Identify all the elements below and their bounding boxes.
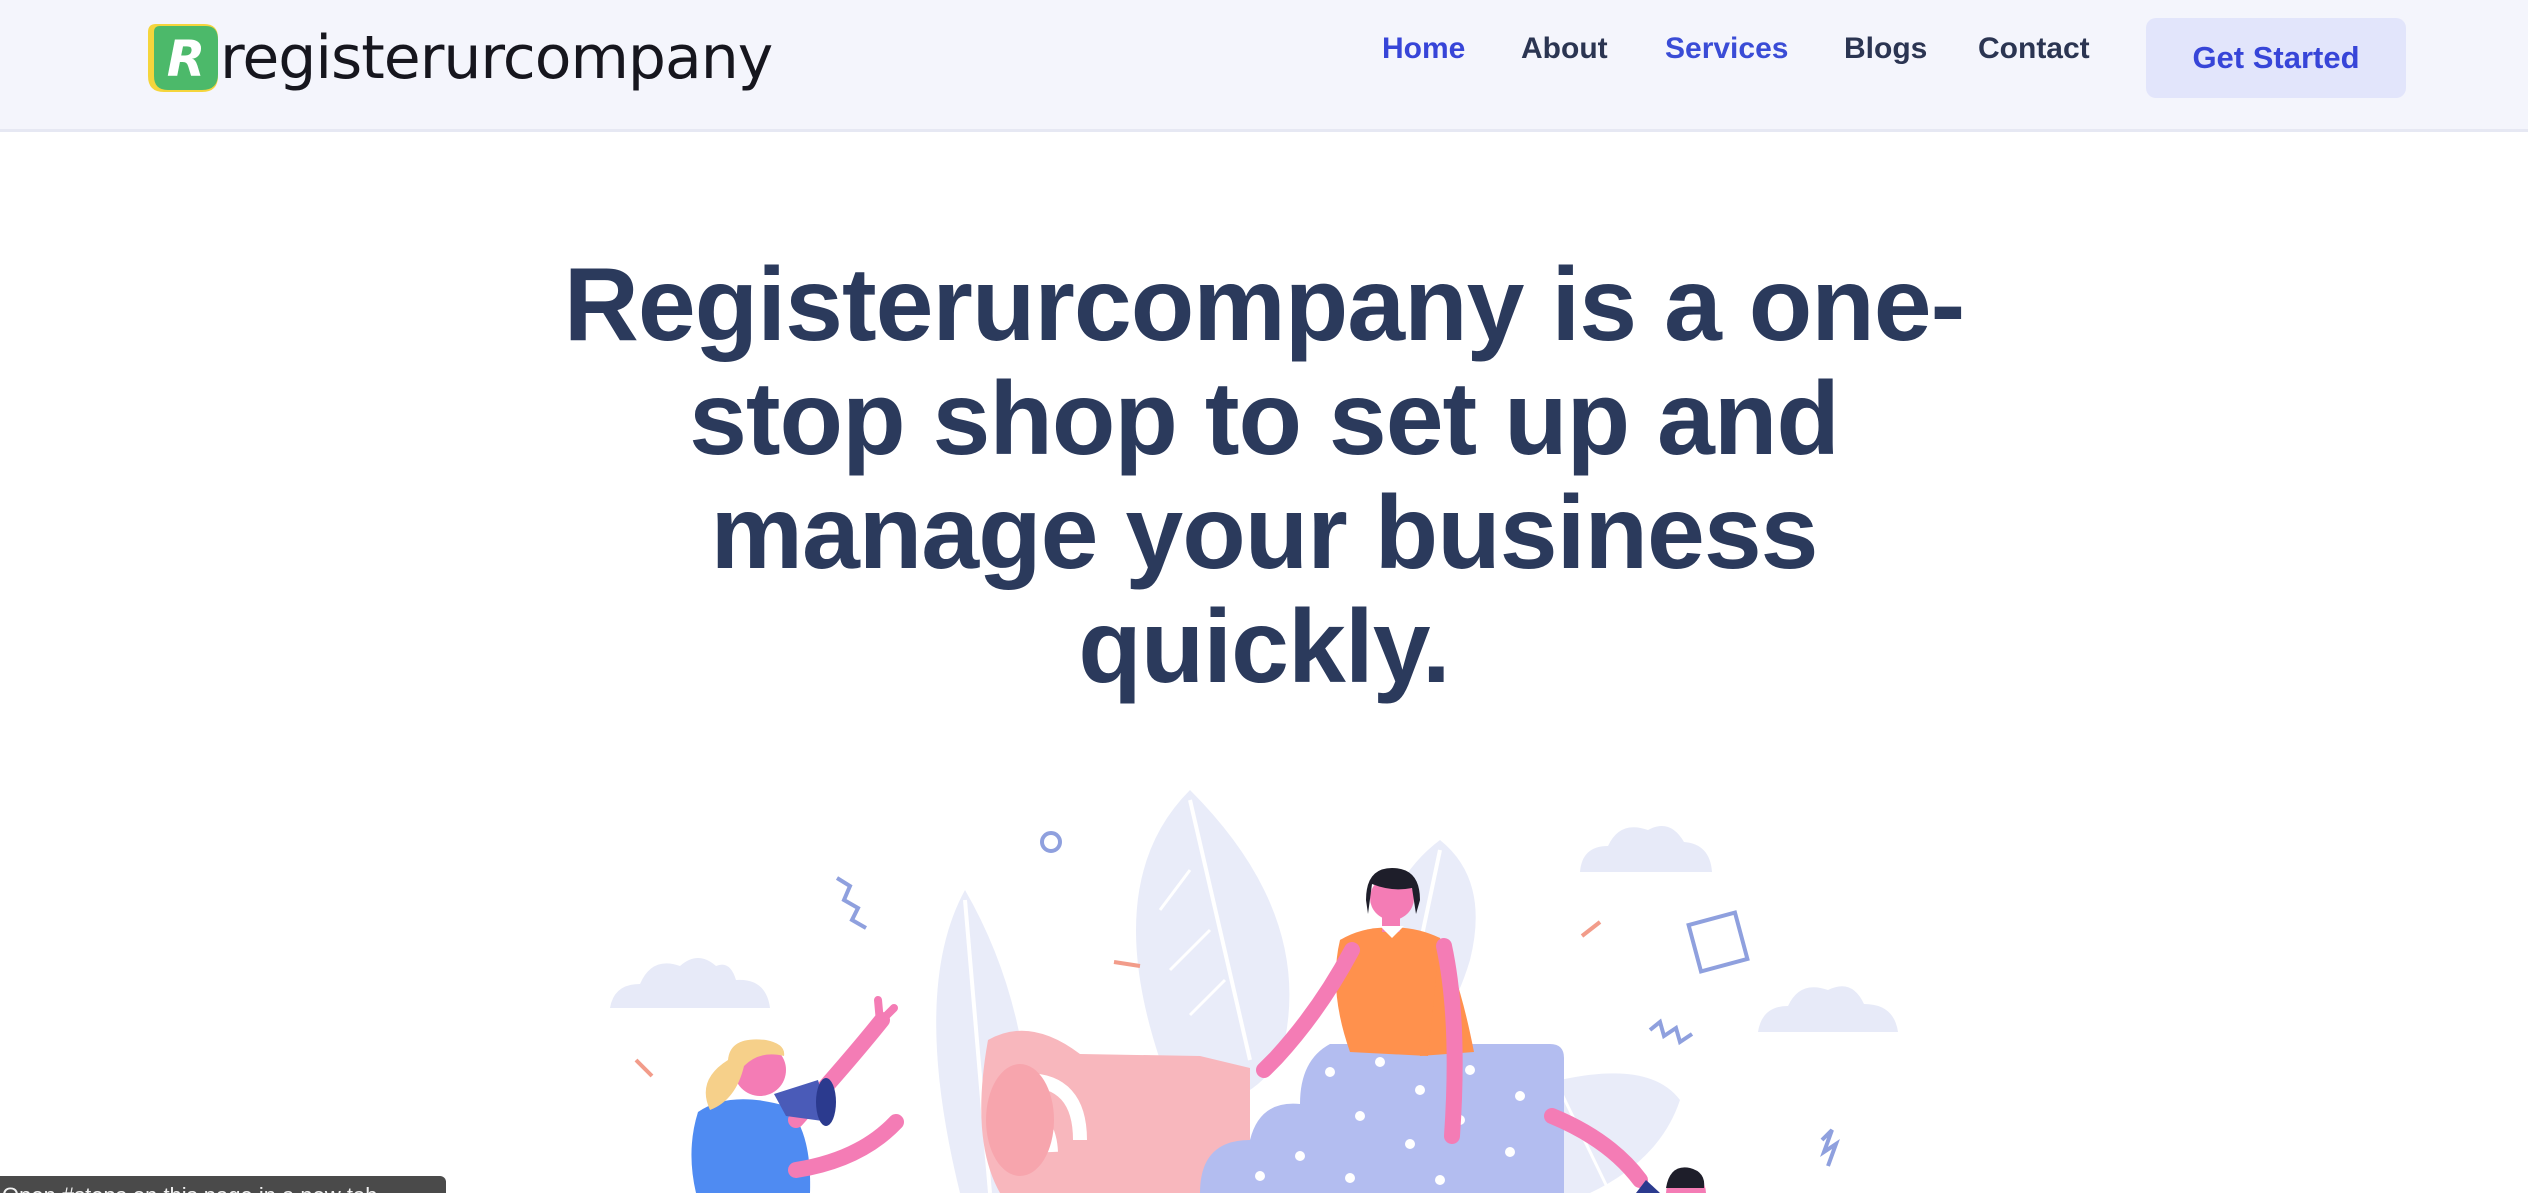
squiggle-right-icon xyxy=(1648,1018,1694,1046)
browser-status-bar: Open #steps on this page in a new tab xyxy=(0,1176,446,1193)
circle-decoration-icon xyxy=(1040,831,1062,853)
leaf-center-icon xyxy=(1136,790,1290,1100)
cloud-top-right-icon xyxy=(1580,826,1712,872)
nav-services-link[interactable]: Services xyxy=(1665,34,1788,64)
dash-decoration-icon xyxy=(1113,960,1141,968)
logo-text: registerurcompany xyxy=(220,23,773,93)
nav-contact-link[interactable]: Contact xyxy=(1978,34,2090,64)
logo[interactable]: R registerurcompany xyxy=(142,16,773,100)
nav-home-link[interactable]: Home xyxy=(1382,34,1465,64)
squiggle-left-icon xyxy=(835,876,867,930)
dash-decoration-icon xyxy=(1580,920,1602,938)
site-header: R registerurcompany Home About Services … xyxy=(0,0,2528,132)
nav-blogs-link[interactable]: Blogs xyxy=(1844,34,1927,64)
woman-megaphone-figure-icon xyxy=(691,996,904,1193)
get-started-button[interactable]: Get Started xyxy=(2146,18,2406,98)
dash-decoration-icon xyxy=(634,1058,654,1078)
squiggle-bottom-icon xyxy=(1820,1128,1840,1167)
logo-mark-icon: R xyxy=(148,24,218,92)
hero-title: Registerurcompany is a one-stop shop to … xyxy=(563,247,1966,705)
cloud-left-icon xyxy=(610,958,770,1008)
nav-about-link[interactable]: About xyxy=(1521,34,1608,64)
logo-mark-letter: R xyxy=(167,30,206,88)
cloud-right-icon xyxy=(1758,986,1898,1032)
square-decoration-icon xyxy=(1686,910,1750,974)
hero-illustration xyxy=(610,790,1898,1193)
